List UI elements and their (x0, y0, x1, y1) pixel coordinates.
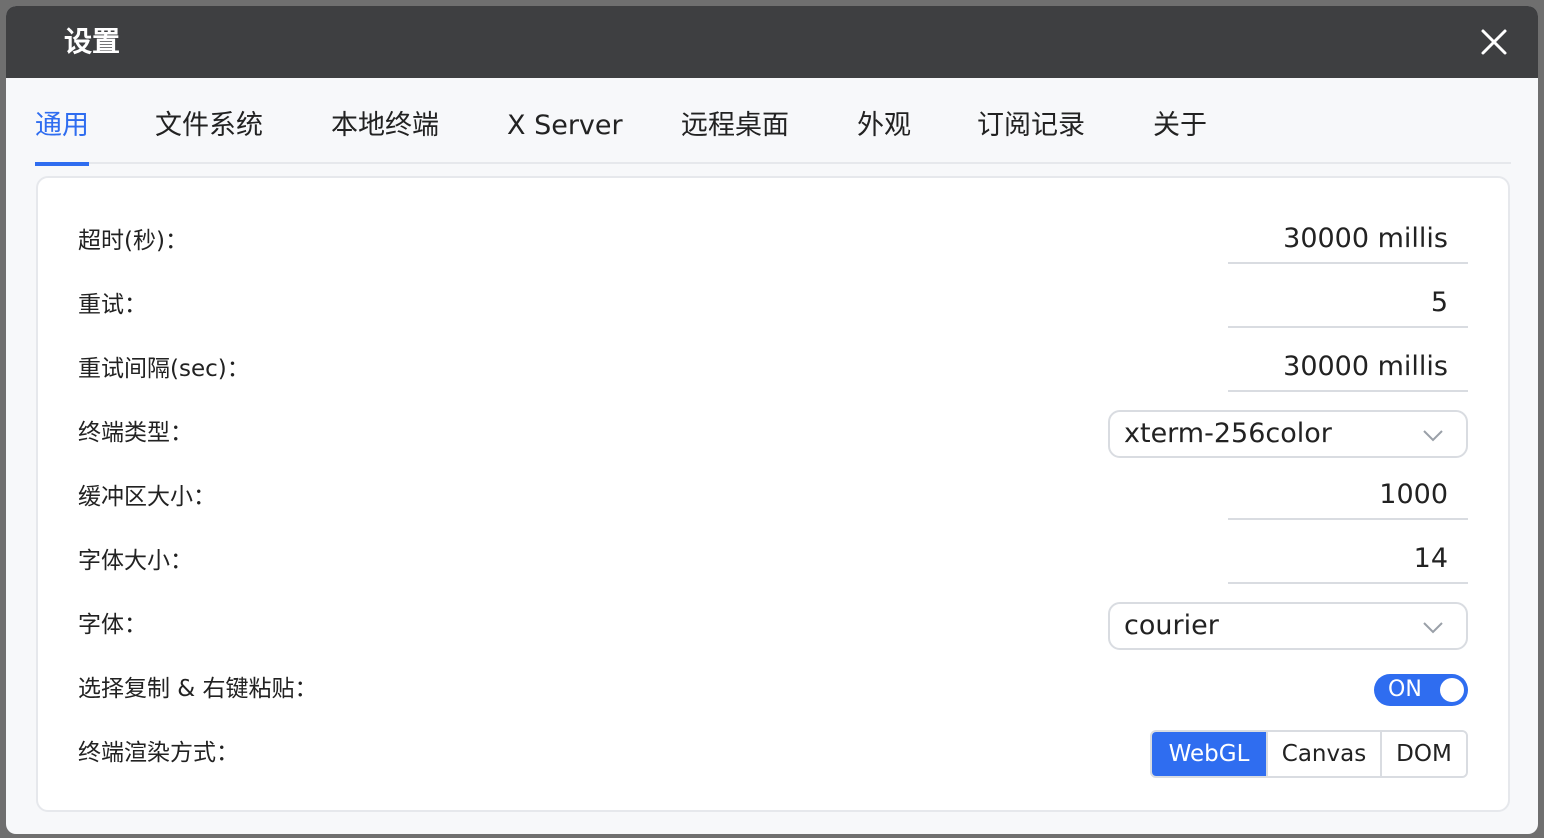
font-select[interactable]: courier (1108, 602, 1468, 650)
terminal-type-select[interactable]: xterm-256color (1108, 410, 1468, 458)
font-size-input[interactable]: 14 (1228, 536, 1468, 584)
select-copy-label: 选择复制 & 右键粘贴： (78, 676, 318, 702)
tab-general[interactable]: 通用 (35, 78, 89, 166)
tab-remote-desktop[interactable]: 远程桌面 (681, 78, 789, 164)
buffer-size-label: 缓冲区大小： (78, 484, 216, 510)
retry-input[interactable]: 5 (1228, 280, 1468, 328)
general-settings-panel: 超时(秒)： 30000 millis 重试： 5 重试间隔(sec)： 300… (36, 176, 1510, 812)
settings-tabs: 通用 文件系统 本地终端 X Server 远程桌面 外观 订阅记录 关于 (35, 78, 1511, 166)
font-size-label: 字体大小： (78, 548, 193, 574)
chevron-down-icon (1423, 430, 1443, 442)
terminal-type-value: xterm-256color (1124, 418, 1332, 449)
render-mode-dom[interactable]: DOM (1380, 732, 1466, 776)
font-value: courier (1124, 610, 1219, 641)
select-copy-toggle[interactable]: ON (1374, 674, 1468, 706)
tab-local-terminal[interactable]: 本地终端 (331, 78, 439, 164)
retry-interval-input[interactable]: 30000 millis (1228, 344, 1468, 392)
chevron-down-icon (1423, 622, 1443, 634)
tab-x-server[interactable]: X Server (507, 78, 623, 164)
retry-label: 重试： (78, 292, 147, 318)
toggle-state-text: ON (1388, 677, 1422, 702)
tab-about[interactable]: 关于 (1153, 78, 1207, 164)
render-mode-canvas[interactable]: Canvas (1266, 732, 1380, 776)
toggle-knob (1440, 678, 1464, 702)
dialog-titlebar: 设置 (6, 6, 1538, 78)
terminal-type-label: 终端类型： (78, 420, 193, 446)
font-label: 字体： (78, 612, 147, 638)
retry-interval-label: 重试间隔(sec)： (78, 356, 250, 382)
tab-appearance[interactable]: 外观 (857, 78, 911, 164)
timeout-label: 超时(秒)： (78, 228, 188, 254)
tab-filesystem[interactable]: 文件系统 (155, 78, 263, 164)
buffer-size-input[interactable]: 1000 (1228, 472, 1468, 520)
timeout-input[interactable]: 30000 millis (1228, 216, 1468, 264)
settings-dialog: 设置 通用 文件系统 本地终端 X Server 远程桌面 外观 订阅记录 关于… (6, 6, 1538, 834)
render-mode-label: 终端渲染方式： (78, 740, 239, 766)
render-mode-webgl[interactable]: WebGL (1152, 732, 1266, 776)
render-mode-segmented: WebGL Canvas DOM (1150, 730, 1468, 778)
tab-subscription-records[interactable]: 订阅记录 (977, 78, 1085, 164)
close-icon[interactable] (1476, 24, 1512, 60)
dialog-title: 设置 (64, 25, 121, 58)
